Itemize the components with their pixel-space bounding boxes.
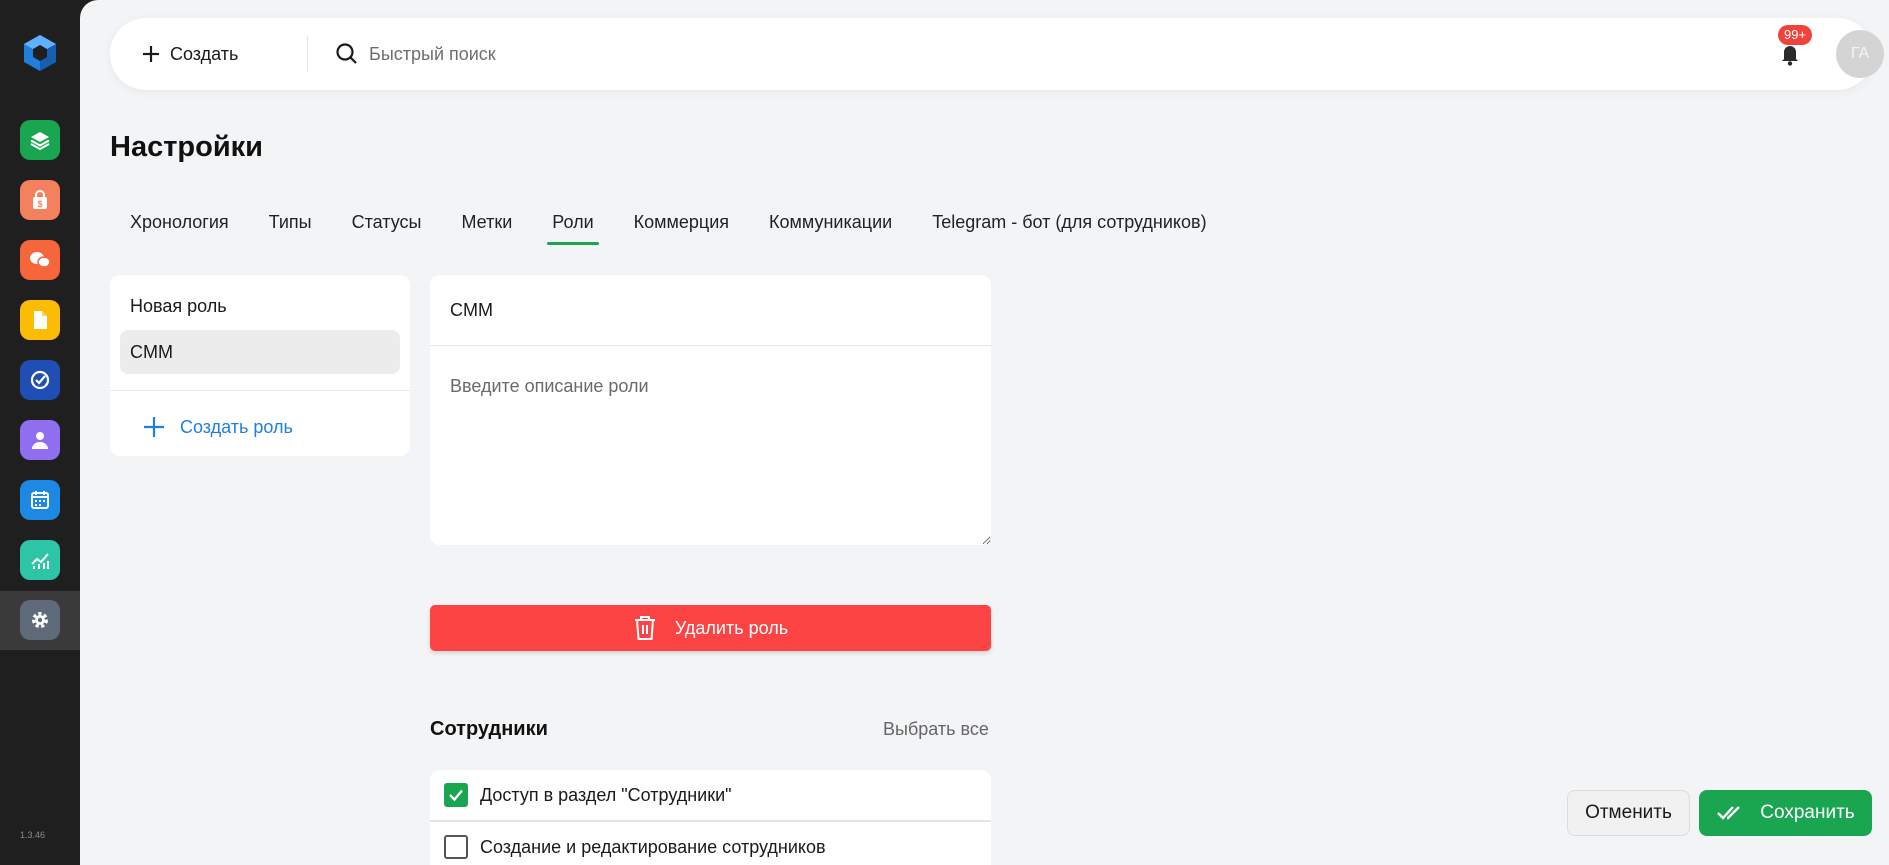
topbar-divider	[307, 36, 308, 72]
analytics-icon	[31, 553, 49, 569]
main-panel: Создать 99+ ГА Настройки Хронология Типы…	[80, 0, 1889, 865]
permission-label: Доступ в раздел "Сотрудники"	[480, 784, 732, 805]
create-role-label: Создать роль	[180, 416, 293, 437]
nav-contacts[interactable]	[20, 420, 60, 460]
plus-icon	[143, 46, 159, 62]
role-name-field[interactable]	[430, 275, 991, 345]
top-bar: Создать 99+ ГА	[110, 18, 1884, 90]
settings-gear-icon	[32, 612, 48, 628]
double-check-icon	[1717, 806, 1741, 820]
nav-documents[interactable]	[20, 300, 60, 340]
tab-communications[interactable]: Коммуникации	[749, 205, 912, 245]
settings-tabs: Хронология Типы Статусы Метки Роли Комме…	[110, 205, 1227, 245]
permission-item: Создание и редактирование сотрудников	[430, 822, 991, 865]
calendar-icon	[31, 491, 49, 509]
nav-sales[interactable]: $	[20, 180, 60, 220]
tab-commerce[interactable]: Коммерция	[614, 205, 749, 245]
check-circle-icon	[30, 370, 50, 390]
user-avatar[interactable]: ГА	[1836, 30, 1884, 78]
nav-layers[interactable]	[20, 120, 60, 160]
chat-bubbles-icon	[30, 252, 51, 268]
document-icon	[34, 311, 47, 329]
permissions-section-title: Сотрудники	[430, 718, 548, 740]
search-input[interactable]	[369, 43, 869, 65]
plus-icon	[144, 417, 164, 437]
role-description-field[interactable]	[430, 346, 991, 545]
nav-settings[interactable]	[20, 600, 60, 640]
nav-analytics[interactable]	[20, 540, 60, 580]
user-icon	[32, 432, 48, 449]
permissions-list: Доступ в раздел "Сотрудники" Создание и …	[430, 770, 991, 865]
permission-item: Доступ в раздел "Сотрудники"	[430, 770, 991, 820]
tab-telegram-bot[interactable]: Telegram - бот (для сотрудников)	[912, 205, 1226, 245]
delete-role-button[interactable]: Удалить роль	[430, 605, 991, 651]
nav-chats[interactable]	[20, 240, 60, 280]
search-icon	[336, 43, 357, 64]
create-button[interactable]: Создать	[140, 38, 238, 70]
role-item-new[interactable]: Новая роль	[120, 284, 400, 328]
page-title: Настройки	[110, 131, 264, 163]
shopping-bag-icon: $	[33, 190, 47, 209]
tab-types[interactable]: Типы	[249, 205, 332, 245]
role-item-cmm[interactable]: CMM	[120, 330, 400, 374]
app-version: 1.3.46	[20, 830, 46, 840]
cancel-button[interactable]: Отменить	[1567, 790, 1690, 836]
trash-icon	[634, 616, 655, 640]
svg-text:$: $	[37, 199, 42, 209]
tab-roles[interactable]: Роли	[532, 205, 613, 245]
delete-role-label: Удалить роль	[674, 617, 789, 638]
layers-icon	[30, 132, 50, 151]
create-button-label: Создать	[170, 43, 239, 64]
quick-search[interactable]	[335, 38, 935, 70]
select-all-link[interactable]: Выбрать все	[883, 719, 989, 740]
permission-label: Создание и редактирование сотрудников	[480, 836, 826, 857]
permission-checkbox[interactable]	[444, 783, 468, 807]
app-logo-icon[interactable]	[20, 33, 60, 73]
tab-tags[interactable]: Метки	[441, 205, 532, 245]
role-editor	[430, 275, 991, 545]
nav-calendar[interactable]	[20, 480, 60, 520]
checkmark-icon	[449, 789, 463, 802]
tab-statuses[interactable]: Статусы	[332, 205, 442, 245]
save-button[interactable]: Сохранить	[1699, 790, 1872, 836]
create-role-button[interactable]: Создать роль	[142, 412, 293, 442]
nav-tasks[interactable]	[20, 360, 60, 400]
roles-divider	[110, 390, 410, 391]
tab-timeline[interactable]: Хронология	[110, 205, 249, 245]
save-button-label: Сохранить	[1760, 802, 1855, 823]
notifications-badge: 99+	[1778, 25, 1813, 45]
roles-list: Новая роль CMM Создать роль	[110, 275, 410, 456]
permission-checkbox[interactable]	[444, 835, 468, 859]
left-rail: $ 1.3.46	[0, 0, 80, 865]
